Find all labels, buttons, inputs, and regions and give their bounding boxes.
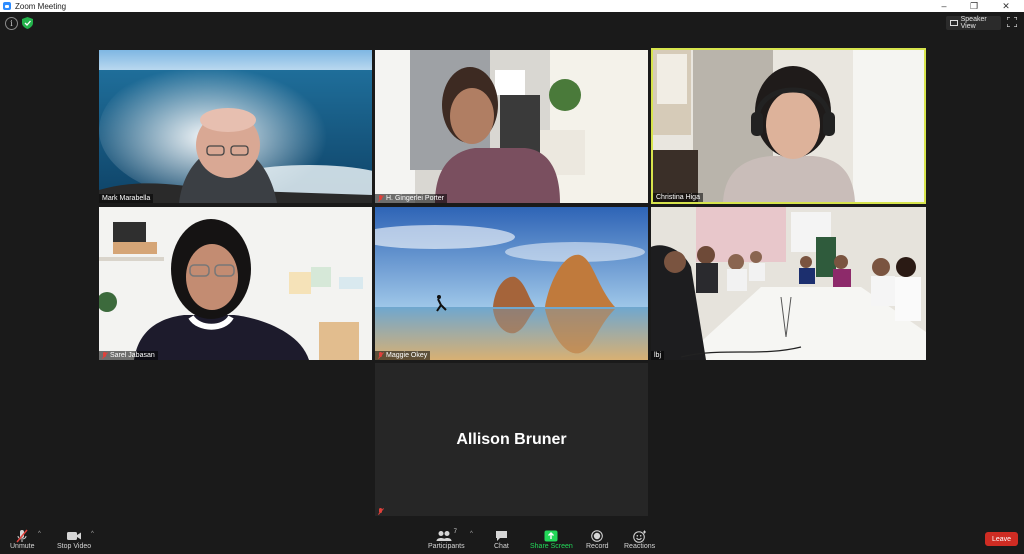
video-tile-christina-higa[interactable]: Christina Higa	[651, 48, 926, 204]
share-screen-button[interactable]: Share Screen	[530, 529, 573, 550]
muted-mic-icon	[378, 195, 384, 202]
window-titlebar: Zoom Meeting – ❐ ✕	[0, 0, 1024, 12]
video-options-caret[interactable]: ^	[91, 531, 94, 537]
speaker-view-icon	[950, 20, 958, 26]
participant-name-label: H. Gingerlei Porter	[375, 194, 447, 203]
muted-mic-icon	[378, 352, 384, 359]
reactions-label: Reactions	[624, 543, 656, 550]
room-background	[653, 50, 924, 202]
microphone-muted-icon	[16, 529, 28, 543]
zoom-app-icon	[3, 2, 11, 10]
audio-options-caret[interactable]: ^	[38, 531, 41, 537]
speaker-view-button[interactable]: Speaker View	[946, 16, 1001, 30]
video-tile-gingerlei-porter[interactable]: H. Gingerlei Porter	[375, 50, 648, 203]
video-camera-icon	[67, 532, 82, 540]
participants-button[interactable]: 7 Participants	[428, 529, 465, 550]
minimize-icon[interactable]: –	[930, 0, 958, 12]
chat-label: Chat	[494, 543, 509, 550]
stop-video-label: Stop Video	[57, 543, 92, 550]
office-background	[375, 50, 648, 203]
video-tile-lbj[interactable]: lbj	[651, 207, 926, 360]
record-label: Record	[586, 543, 609, 550]
muted-mic-icon	[378, 508, 384, 515]
stop-video-button[interactable]: Stop Video	[57, 529, 91, 550]
record-button[interactable]: Record	[586, 529, 609, 550]
reactions-smiley-icon	[632, 530, 646, 543]
participant-name-label: Mark Marabella	[99, 194, 154, 203]
participants-count: 7	[453, 529, 457, 535]
meeting-toolbar	[0, 526, 1024, 554]
participant-display-name: Allison Bruner	[456, 430, 567, 448]
chat-button[interactable]: Chat	[494, 529, 509, 550]
close-icon[interactable]: ✕	[992, 0, 1020, 12]
reactions-button[interactable]: Reactions	[624, 529, 655, 550]
leave-meeting-button[interactable]: Leave	[985, 532, 1018, 546]
video-tile-mark-marabella[interactable]: Mark Marabella	[99, 50, 372, 203]
encryption-shield-icon[interactable]	[22, 17, 33, 29]
share-screen-icon	[544, 530, 558, 542]
participant-name-label: Sarel Jabasan	[99, 351, 158, 360]
chat-bubble-icon	[495, 531, 507, 541]
muted-mic-icon	[102, 352, 108, 359]
participants-icon	[436, 531, 452, 541]
fullscreen-icon[interactable]	[1007, 17, 1017, 27]
video-tile-maggie-okey[interactable]: Maggie Okey	[375, 207, 648, 360]
conference-room-background	[651, 207, 926, 360]
participant-name-label: lbj	[651, 351, 665, 360]
participants-label: Participants	[428, 543, 465, 550]
participant-name-label: Maggie Okey	[375, 351, 431, 360]
share-screen-label: Share Screen	[530, 543, 573, 550]
participant-status	[375, 507, 386, 516]
beach-rock-background	[375, 207, 648, 360]
speaker-view-label: Speaker View	[960, 16, 987, 30]
unmute-button[interactable]: Unmute	[10, 529, 35, 550]
participant-name-label: Christina Higa	[653, 193, 703, 202]
video-tile-sarel-jabasan[interactable]: Sarel Jabasan	[99, 207, 372, 360]
ocean-wave-background	[99, 50, 372, 203]
participants-options-caret[interactable]: ^	[470, 531, 473, 537]
unmute-label: Unmute	[10, 543, 35, 550]
restore-icon[interactable]: ❐	[960, 0, 988, 12]
record-icon	[591, 530, 604, 542]
meeting-info-icon[interactable]: i	[5, 17, 18, 30]
video-tile-allison-bruner[interactable]: Allison Bruner	[375, 363, 648, 516]
window-title: Zoom Meeting	[15, 1, 67, 11]
shelf-background	[99, 207, 372, 360]
